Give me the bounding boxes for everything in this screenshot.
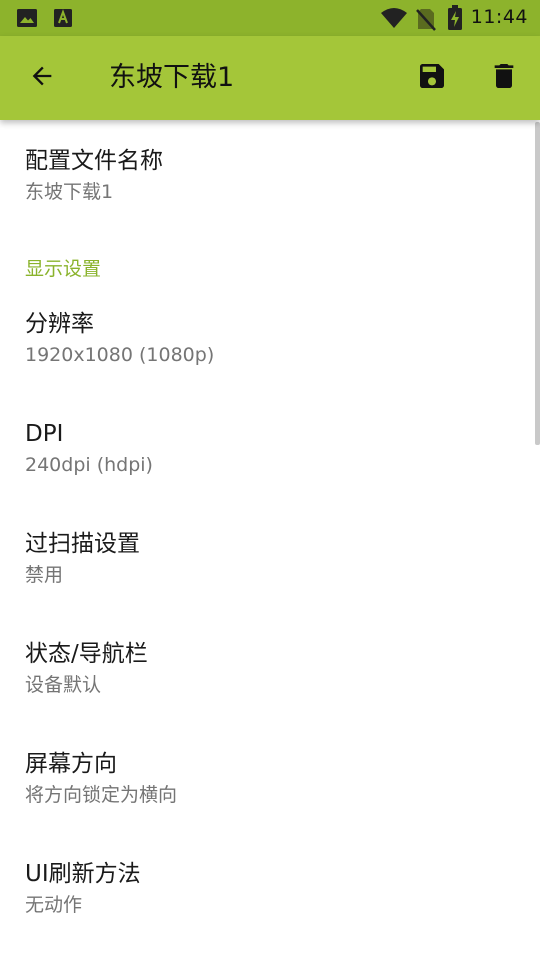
pref-title: 屏幕方向	[25, 751, 117, 777]
save-button[interactable]	[410, 56, 454, 100]
pref-overscan[interactable]: 过扫描设置 禁用	[0, 529, 540, 629]
pref-title: DPI	[25, 421, 64, 447]
pref-ui-refresh-method[interactable]: UI刷新方法 无动作	[0, 859, 540, 959]
back-button[interactable]	[20, 56, 64, 100]
pref-profile-name[interactable]: 配置文件名称 东坡下载1	[0, 146, 540, 246]
pref-title: UI刷新方法	[25, 861, 141, 887]
page-title: 东坡下载1	[109, 62, 235, 93]
font-a-icon	[53, 8, 73, 32]
pref-title: 状态/导航栏	[25, 641, 148, 667]
preference-list[interactable]: 配置文件名称 东坡下载1 显示设置 分辨率 1920x1080 (1080p) …	[0, 120, 540, 960]
clock: 11:44	[470, 6, 528, 28]
pref-summary: 禁用	[25, 564, 64, 586]
wifi-icon	[380, 7, 408, 33]
arrow-left-icon	[28, 62, 56, 94]
pref-summary: 无动作	[25, 894, 83, 916]
floppy-disk-icon	[416, 60, 448, 96]
pref-title: 过扫描设置	[25, 531, 140, 557]
pref-summary: 将方向锁定为横向	[25, 784, 178, 806]
category-display-settings: 显示设置	[25, 258, 102, 280]
trash-icon	[488, 60, 520, 96]
pref-status-nav-bar[interactable]: 状态/导航栏 设备默认	[0, 639, 540, 739]
gallery-icon	[16, 8, 38, 32]
pref-summary: 东坡下载1	[25, 181, 114, 203]
pref-summary: 1920x1080 (1080p)	[25, 344, 215, 366]
pref-summary: 240dpi (hdpi)	[25, 454, 153, 476]
pref-screen-orientation[interactable]: 屏幕方向 将方向锁定为横向	[0, 749, 540, 849]
pref-summary: 设备默认	[25, 674, 102, 696]
pref-title: 配置文件名称	[25, 148, 163, 174]
pref-title: 分辨率	[25, 311, 94, 337]
battery-charging-icon	[447, 5, 463, 35]
delete-button[interactable]	[482, 56, 526, 100]
pref-resolution[interactable]: 分辨率 1920x1080 (1080p)	[0, 309, 540, 409]
pref-dpi[interactable]: DPI 240dpi (hdpi)	[0, 419, 540, 519]
no-sim-icon	[416, 7, 436, 35]
status-bar: 11:44	[0, 0, 540, 36]
app-toolbar: 东坡下载1	[0, 36, 540, 120]
scrollbar[interactable]	[535, 122, 540, 445]
